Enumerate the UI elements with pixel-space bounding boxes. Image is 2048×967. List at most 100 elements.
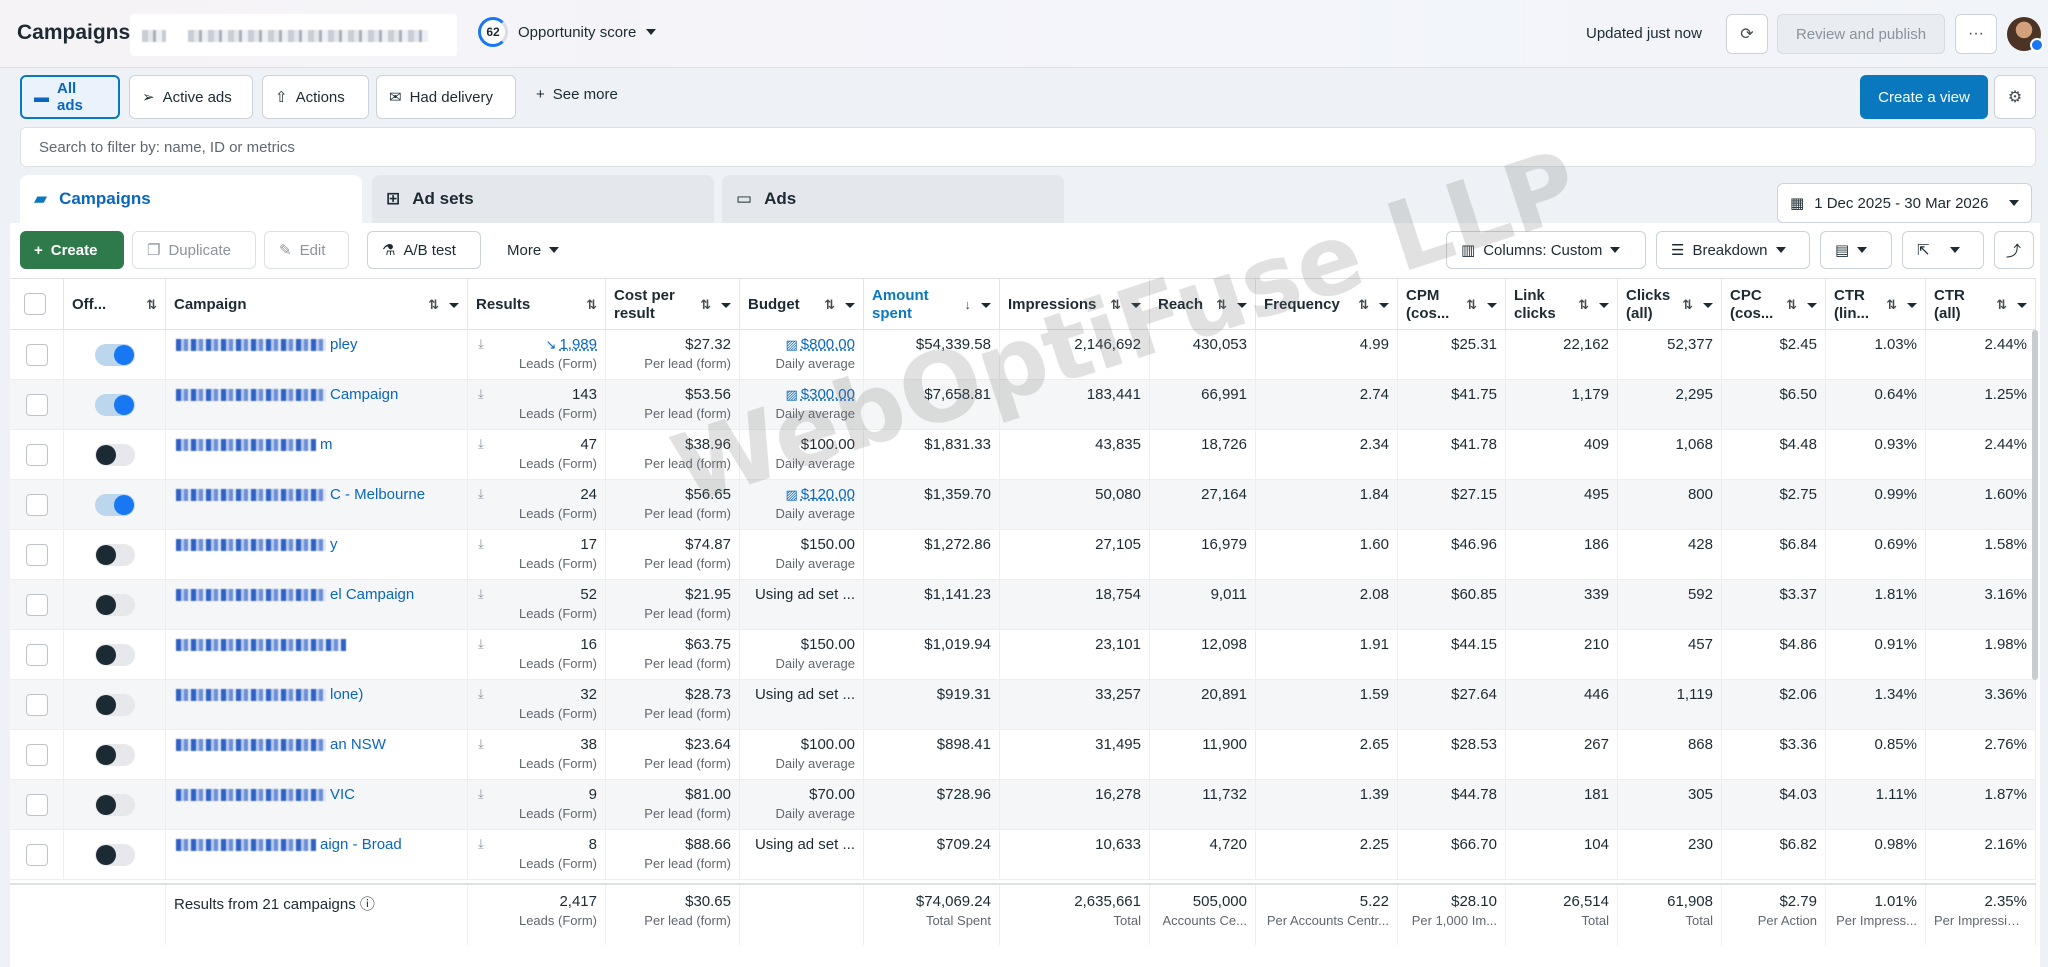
column-header-budget[interactable]: Budget ⇅ bbox=[740, 279, 864, 331]
budget-cell-value[interactable]: $800.00 bbox=[801, 336, 855, 353]
campaign-name-link[interactable]: Campaign bbox=[176, 386, 466, 403]
table-row[interactable]: lone) ⤓ 32 Leads (Form) $28.73 Per lead (form… bbox=[10, 680, 2036, 730]
campaign-name-text[interactable]: el Campaign bbox=[330, 586, 414, 603]
see-more-button[interactable]: + See more bbox=[536, 86, 618, 103]
column-header-check[interactable] bbox=[10, 279, 64, 331]
chevron-down-icon[interactable] bbox=[1487, 302, 1497, 308]
sort-icon[interactable]: ↓ bbox=[965, 296, 972, 314]
campaign-name-text[interactable]: an NSW bbox=[330, 736, 386, 753]
column-header-ctr-link[interactable]: CTR (lin... ⇅ bbox=[1826, 279, 1926, 331]
export-button[interactable]: ⇱ bbox=[1902, 231, 1984, 269]
column-header-ctr-all[interactable]: CTR (all) ⇅ bbox=[1926, 279, 2036, 331]
tab-ads[interactable]: ▭ Ads bbox=[722, 175, 1064, 223]
sort-icon[interactable]: ⇅ bbox=[700, 296, 711, 314]
sort-icon[interactable]: ⇅ bbox=[1996, 296, 2007, 314]
budget-cell[interactable]: ▨ $800.00 Daily average bbox=[740, 330, 864, 380]
budget-cell-value[interactable]: $300.00 bbox=[801, 386, 855, 403]
column-header-amount-spent[interactable]: Amount spent ↓ bbox=[864, 279, 1000, 331]
results-cell-value[interactable]: 1,989 bbox=[559, 336, 597, 353]
columns-button[interactable]: ▥ Columns: Custom bbox=[1446, 231, 1646, 269]
date-range-picker[interactable]: ▦ 1 Dec 2025 - 30 Mar 2026 bbox=[1777, 183, 2032, 223]
column-header-frequency[interactable]: Frequency ⇅ bbox=[1256, 279, 1398, 331]
more-menu-button[interactable]: More bbox=[493, 231, 583, 269]
filter-active-ads[interactable]: ➢ Active ads bbox=[129, 75, 253, 119]
results-cell[interactable]: ↘ 1,989 Leads (Form) bbox=[468, 330, 606, 380]
select-all-checkbox[interactable] bbox=[24, 293, 46, 315]
campaign-name-text[interactable]: lone) bbox=[330, 686, 363, 703]
budget-cell[interactable]: ▨ $300.00 Daily average bbox=[740, 380, 864, 430]
filter-had-delivery[interactable]: ✉ Had delivery bbox=[376, 75, 516, 119]
charts-button[interactable]: ⤴ bbox=[1994, 231, 2034, 269]
column-header-cpm[interactable]: CPM (cos... ⇅ bbox=[1398, 279, 1506, 331]
chevron-down-icon[interactable] bbox=[1237, 302, 1247, 308]
campaign-name-link[interactable] bbox=[176, 636, 466, 653]
table-row[interactable]: an NSW ⤓ 38 Leads (Form) $23.64 Per lead (for… bbox=[10, 730, 2036, 780]
sort-icon[interactable]: ⇅ bbox=[1466, 296, 1477, 314]
campaign-name-link[interactable]: lone) bbox=[176, 686, 466, 703]
sort-icon[interactable]: ⇅ bbox=[586, 296, 597, 314]
tab-ad-sets[interactable]: ⊞ Ad sets bbox=[372, 175, 714, 223]
campaign-name-text[interactable]: pley bbox=[330, 336, 358, 353]
review-publish-button[interactable]: Review and publish bbox=[1777, 14, 1945, 54]
create-button[interactable]: + Create bbox=[20, 231, 124, 269]
campaign-name-link[interactable]: pley bbox=[176, 336, 466, 353]
chevron-down-icon[interactable] bbox=[1599, 302, 1609, 308]
refresh-button[interactable]: ⟳ bbox=[1726, 14, 1768, 54]
tab-campaigns[interactable]: ▰ Campaigns bbox=[20, 175, 362, 223]
budget-cell-value[interactable]: $120.00 bbox=[801, 486, 855, 503]
campaign-name-link[interactable]: y bbox=[176, 536, 466, 553]
campaign-name-text[interactable]: Campaign bbox=[330, 386, 398, 403]
column-header-reach[interactable]: Reach ⇅ bbox=[1150, 279, 1256, 331]
reports-button[interactable]: ▤ bbox=[1820, 231, 1892, 269]
chevron-down-icon[interactable] bbox=[2017, 302, 2027, 308]
column-header-off-on[interactable]: Off... ⇅ bbox=[64, 279, 166, 331]
filter-actions[interactable]: ⇧ Actions bbox=[262, 75, 369, 119]
table-row[interactable]: ⤓ 16 Leads (Form) $63.75 Per lead (form) $150… bbox=[10, 630, 2036, 680]
sort-icon[interactable]: ⇅ bbox=[1682, 296, 1693, 314]
sort-icon[interactable]: ⇅ bbox=[824, 296, 835, 314]
campaign-name-text[interactable]: C - Melbourne bbox=[330, 486, 425, 503]
campaign-name-text[interactable]: aign - Broad bbox=[320, 836, 402, 853]
chevron-down-icon[interactable] bbox=[1703, 302, 1713, 308]
duplicate-button[interactable]: ❐ Duplicate bbox=[132, 231, 256, 269]
sort-icon[interactable]: ⇅ bbox=[1216, 296, 1227, 314]
chevron-down-icon[interactable] bbox=[1379, 302, 1389, 308]
sort-icon[interactable]: ⇅ bbox=[1886, 296, 1897, 314]
chevron-down-icon[interactable] bbox=[1907, 302, 1917, 308]
campaign-name-link[interactable]: el Campaign bbox=[176, 586, 466, 603]
more-options-button[interactable]: ··· bbox=[1955, 14, 1997, 54]
sort-icon[interactable]: ⇅ bbox=[146, 296, 157, 314]
column-header-results[interactable]: Results ⇅ bbox=[468, 279, 606, 331]
campaign-name-link[interactable]: aign - Broad bbox=[176, 836, 466, 853]
chevron-down-icon[interactable] bbox=[1131, 302, 1141, 308]
sort-icon[interactable]: ⇅ bbox=[1578, 296, 1589, 314]
column-header-cost-per-result[interactable]: Cost per result ⇅ bbox=[606, 279, 740, 331]
sort-icon[interactable]: ⇅ bbox=[1786, 296, 1797, 314]
chevron-down-icon[interactable] bbox=[845, 302, 855, 308]
filter-all-ads[interactable]: ▬ All ads bbox=[20, 75, 120, 119]
campaign-name-link[interactable]: an NSW bbox=[176, 736, 466, 753]
table-row[interactable]: aign - Broad ⤓ 8 Leads (Form) $88.66 Per lead… bbox=[10, 830, 2036, 880]
table-row[interactable]: el Campaign ⤓ 52 Leads (Form) $21.95 Per lead… bbox=[10, 580, 2036, 630]
table-row[interactable]: Campaign ⤓ 143 Leads (Form) $53.56 Per lead (… bbox=[10, 380, 2036, 430]
column-header-impressions[interactable]: Impressions ⇅ bbox=[1000, 279, 1150, 331]
search-input[interactable]: Search to filter by: name, ID or metrics bbox=[20, 127, 2036, 167]
ab-test-button[interactable]: ⚗ A/B test bbox=[367, 231, 481, 269]
column-header-cpc[interactable]: CPC (cos... ⇅ bbox=[1722, 279, 1826, 331]
table-row[interactable]: C - Melbourne ⤓ 24 Leads (Form) $56.65 Per le… bbox=[10, 480, 2036, 530]
chevron-down-icon[interactable] bbox=[981, 302, 991, 308]
edit-button[interactable]: ✎ Edit bbox=[264, 231, 349, 269]
sort-icon[interactable]: ⇅ bbox=[428, 296, 439, 314]
chevron-down-icon[interactable] bbox=[1807, 302, 1817, 308]
campaign-name-text[interactable]: y bbox=[330, 536, 338, 553]
campaign-name-link[interactable]: VIC bbox=[176, 786, 466, 803]
breakdown-button[interactable]: ☰ Breakdown bbox=[1656, 231, 1810, 269]
column-header-link-clicks[interactable]: Link clicks ⇅ bbox=[1506, 279, 1618, 331]
opportunity-score[interactable]: 62 Opportunity score bbox=[478, 17, 657, 47]
chevron-down-icon[interactable] bbox=[449, 302, 459, 308]
view-settings-button[interactable]: ⚙ bbox=[1994, 75, 2036, 119]
table-row[interactable]: y ⤓ 17 Leads (Form) $74.87 Per lead (form) $15… bbox=[10, 530, 2036, 580]
campaign-name-text[interactable]: VIC bbox=[330, 786, 355, 803]
table-row[interactable]: m ⤓ 47 Leads (Form) $38.96 Per lead (form) $10… bbox=[10, 430, 2036, 480]
campaign-name-link[interactable]: C - Melbourne bbox=[176, 486, 466, 503]
